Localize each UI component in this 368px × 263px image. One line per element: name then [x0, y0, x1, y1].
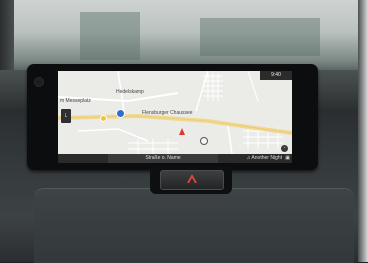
map-label-neighborhood: Hedelskamp: [116, 89, 144, 95]
vehicle-position-icon: [179, 128, 185, 135]
windshield-reflection: [80, 12, 140, 60]
satellite-icon: ◦: [281, 145, 288, 152]
media-icon[interactable]: ▣: [285, 154, 290, 163]
lane-view-label: L: [64, 113, 68, 119]
a-pillar-right: [358, 0, 368, 262]
now-playing-track[interactable]: ♫ Another Night: [247, 154, 282, 163]
status-bar: Straße o. Name ♫ Another Night ▣: [58, 154, 292, 163]
clock-display: 9:40: [260, 71, 292, 80]
navigation-screen[interactable]: Hedelskamp m Messeplatz Flensburger Chau…: [58, 71, 292, 163]
lane-view-button[interactable]: L: [61, 109, 71, 123]
map-canvas[interactable]: [58, 71, 292, 163]
current-street-name: Straße o. Name: [108, 154, 218, 163]
map-label-district: m Messeplatz: [60, 98, 91, 104]
display-sensor: [34, 77, 44, 87]
windshield-reflection: [200, 18, 320, 56]
map-label-road: Flensburger Chaussee: [142, 110, 193, 116]
hazard-warning-icon-inner: [189, 178, 195, 183]
compass-icon[interactable]: [116, 109, 125, 118]
poi-marker-icon[interactable]: [100, 115, 107, 122]
dashboard-lower-panel: [34, 188, 354, 263]
map-poi-icon[interactable]: [200, 137, 208, 145]
